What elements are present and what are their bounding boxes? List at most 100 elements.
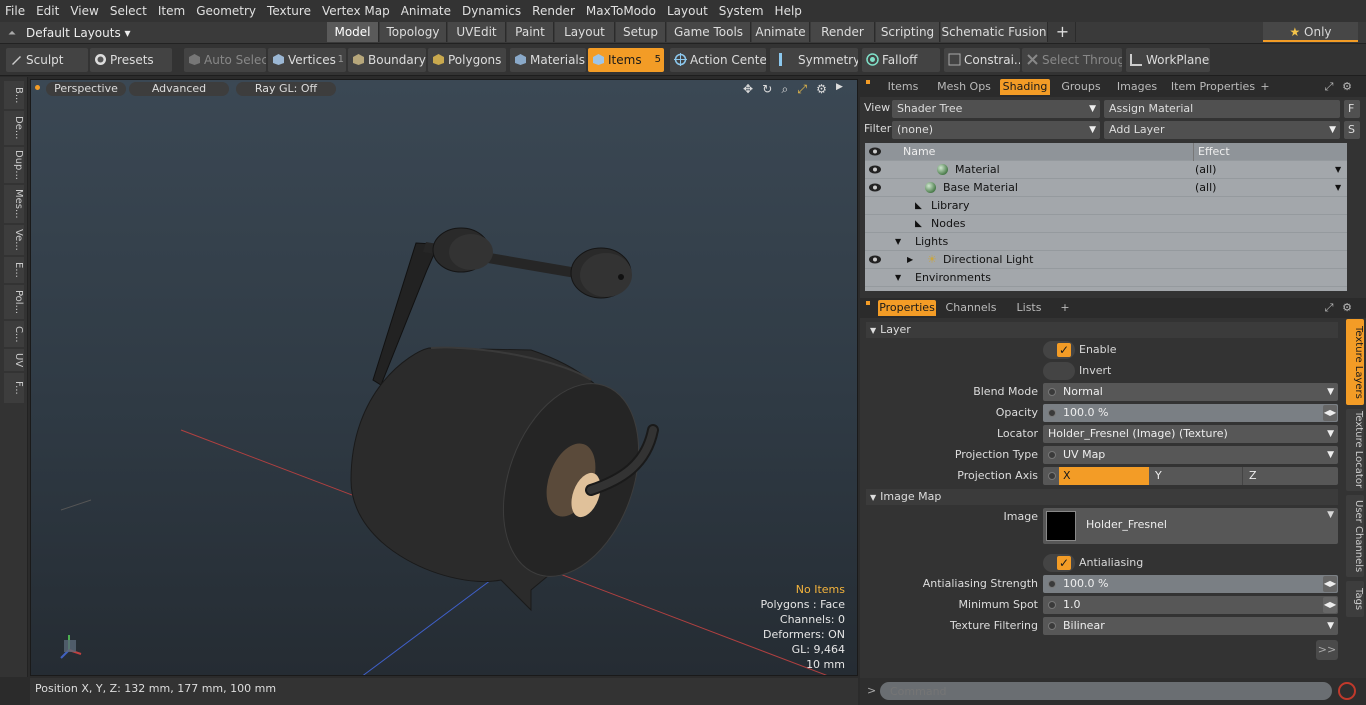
menu-geometry[interactable]: Geometry [191,0,262,22]
menu-item[interactable]: Item [153,0,191,22]
3d-viewport[interactable]: Perspective Advanced Ray GL: Off ✥ ↻ ⌕ ⤢… [30,79,858,676]
select-through-button[interactable]: Select Through [1022,48,1122,72]
menu-edit[interactable]: Edit [31,0,65,22]
tree-row[interactable]: ◣ Nodes [865,215,1347,233]
s-button[interactable]: S [1344,121,1360,139]
left-tab-polygon[interactable]: Pol... [4,285,24,319]
tree-row[interactable]: ▼ Environments [865,269,1347,287]
menu-animate[interactable]: Animate [396,0,457,22]
tab-game-tools[interactable]: Game Tools [667,22,751,42]
menu-select[interactable]: Select [105,0,153,22]
tab-mesh-ops[interactable]: Mesh Ops [932,79,996,95]
left-tab-vertex[interactable]: Ve... [4,225,24,255]
menu-help[interactable]: Help [770,0,808,22]
tab-channels[interactable]: Channels [942,300,1000,316]
eye-icon[interactable] [869,183,881,192]
opacity-slider[interactable]: 100.0 % ◀▶ [1043,404,1338,422]
panel-gear-icon[interactable]: ⚙ [1340,79,1354,95]
axis-z-option[interactable]: Z [1245,467,1337,485]
layouts-selector[interactable]: ⏶ Default Layouts ▾ [0,22,131,44]
menu-file[interactable]: File [0,0,31,22]
tab-lists[interactable]: Lists [1004,300,1054,316]
left-tab-mesh-edit[interactable]: Mes... [4,185,24,223]
command-input[interactable] [880,682,1332,700]
add-panel-tab-plus-icon[interactable]: + [1258,79,1272,95]
constrain-button[interactable]: Constrai... [944,48,1020,72]
side-tab-texture-locator[interactable]: Texture Locator [1346,409,1364,491]
tree-row[interactable]: Base Material (all) ▼ [865,179,1347,197]
left-tab-duplicate[interactable]: Dup... [4,147,24,183]
left-tab-fusion[interactable]: F... [4,373,24,403]
menu-dynamics[interactable]: Dynamics [457,0,527,22]
menu-vertex-map[interactable]: Vertex Map [317,0,396,22]
tree-row[interactable]: ◣ Library [865,197,1347,215]
eye-icon[interactable] [869,165,881,174]
aa-strength-slider[interactable]: 100.0 % ◀▶ [1043,575,1338,593]
tab-setup[interactable]: Setup [616,22,666,42]
menu-texture[interactable]: Texture [262,0,317,22]
view-dropdown[interactable]: Shader Tree ▼ [892,100,1100,118]
tab-groups[interactable]: Groups [1056,79,1106,95]
filter-dropdown[interactable]: (none) ▼ [892,121,1100,139]
projection-type-dropdown[interactable]: UV Map ▼ [1043,446,1338,464]
tree-row[interactable]: Material (all) ▼ [865,161,1347,179]
texture-filtering-dropdown[interactable]: Bilinear ▼ [1043,617,1338,635]
items-button[interactable]: Items 5 [588,48,664,72]
spin-arrows-icon[interactable]: ◀▶ [1323,597,1337,613]
falloff-button[interactable]: Falloff [862,48,940,72]
tree-row[interactable]: ▶ ☀ Directional Light [865,251,1347,269]
tab-properties[interactable]: Properties [878,300,936,316]
enable-checkbox[interactable]: ✓ [1043,341,1075,359]
add-props-tab-plus-icon[interactable]: + [1058,300,1072,316]
props-gear-icon[interactable]: ⚙ [1340,300,1354,316]
tab-layout[interactable]: Layout [555,22,615,42]
f-button[interactable]: F [1344,100,1360,118]
polygons-button[interactable]: Polygons [428,48,506,72]
left-tab-curve[interactable]: C... [4,321,24,347]
left-tab-deform[interactable]: De... [4,111,24,145]
effect-dropdown-arrow-icon[interactable]: ▼ [1335,179,1341,197]
menu-render[interactable]: Render [527,0,581,22]
spin-arrows-icon[interactable]: ◀▶ [1323,576,1337,592]
tab-shading[interactable]: Shading [1000,79,1050,95]
axis-y-option[interactable]: Y [1151,467,1243,485]
side-tab-user-channels[interactable]: User Channels [1346,495,1364,577]
expand-triangle-icon[interactable]: ▼ [895,233,901,251]
image-dropdown[interactable]: Holder_Fresnel ▼ [1043,508,1338,544]
axis-x-option[interactable]: X [1059,467,1149,485]
expand-panel-icon[interactable]: ⤢ [1322,79,1336,95]
tab-animate[interactable]: Animate [752,22,810,42]
menu-layout[interactable]: Layout [662,0,714,22]
add-layer-dropdown[interactable]: Add Layer ▼ [1104,121,1340,139]
add-tab-plus-icon[interactable]: + [1050,22,1076,42]
auto-select-button[interactable]: Auto Select [184,48,266,72]
boundary-button[interactable]: Boundary [348,48,426,72]
tab-scripting[interactable]: Scripting [876,22,940,42]
menu-view[interactable]: View [65,0,104,22]
antialiasing-checkbox[interactable]: ✓ [1043,554,1075,572]
tab-paint[interactable]: Paint [507,22,554,42]
only-toggle[interactable]: ★ Only [1263,22,1358,42]
expand-props-icon[interactable]: ⤢ [1322,300,1336,316]
tab-schematic-fusion[interactable]: Schematic Fusion [941,22,1048,42]
left-tab-edge[interactable]: E... [4,257,24,283]
expand-triangle-icon[interactable]: ▼ [895,269,901,287]
locator-dropdown[interactable]: Holder_Fresnel (Image) (Texture) ▼ [1043,425,1338,443]
symmetry-button[interactable]: Symmetry [770,48,858,72]
tree-row[interactable]: ▼ Lights [865,233,1347,251]
image-map-section[interactable]: ▼ Image Map [866,489,1338,505]
menu-maxtomodo[interactable]: MaxToModo [581,0,662,22]
tab-items[interactable]: Items [878,79,928,95]
spin-arrows-icon[interactable]: ◀▶ [1323,405,1337,421]
side-tab-texture-layers[interactable]: Texture Layers [1346,319,1364,405]
left-tab-basic[interactable]: B... [4,81,24,109]
action-center-button[interactable]: Action Center [670,48,766,72]
more-button[interactable]: >> [1316,640,1338,660]
tab-item-properties[interactable]: Item Properties [1168,79,1258,95]
left-tab-uv[interactable]: UV [4,349,24,371]
invert-checkbox[interactable] [1043,362,1075,380]
sculpt-button[interactable]: Sculpt [6,48,88,72]
vertices-button[interactable]: Vertices 1 [268,48,346,72]
record-icon[interactable] [1338,682,1356,700]
minimum-spot-field[interactable]: 1.0 ◀▶ [1043,596,1338,614]
